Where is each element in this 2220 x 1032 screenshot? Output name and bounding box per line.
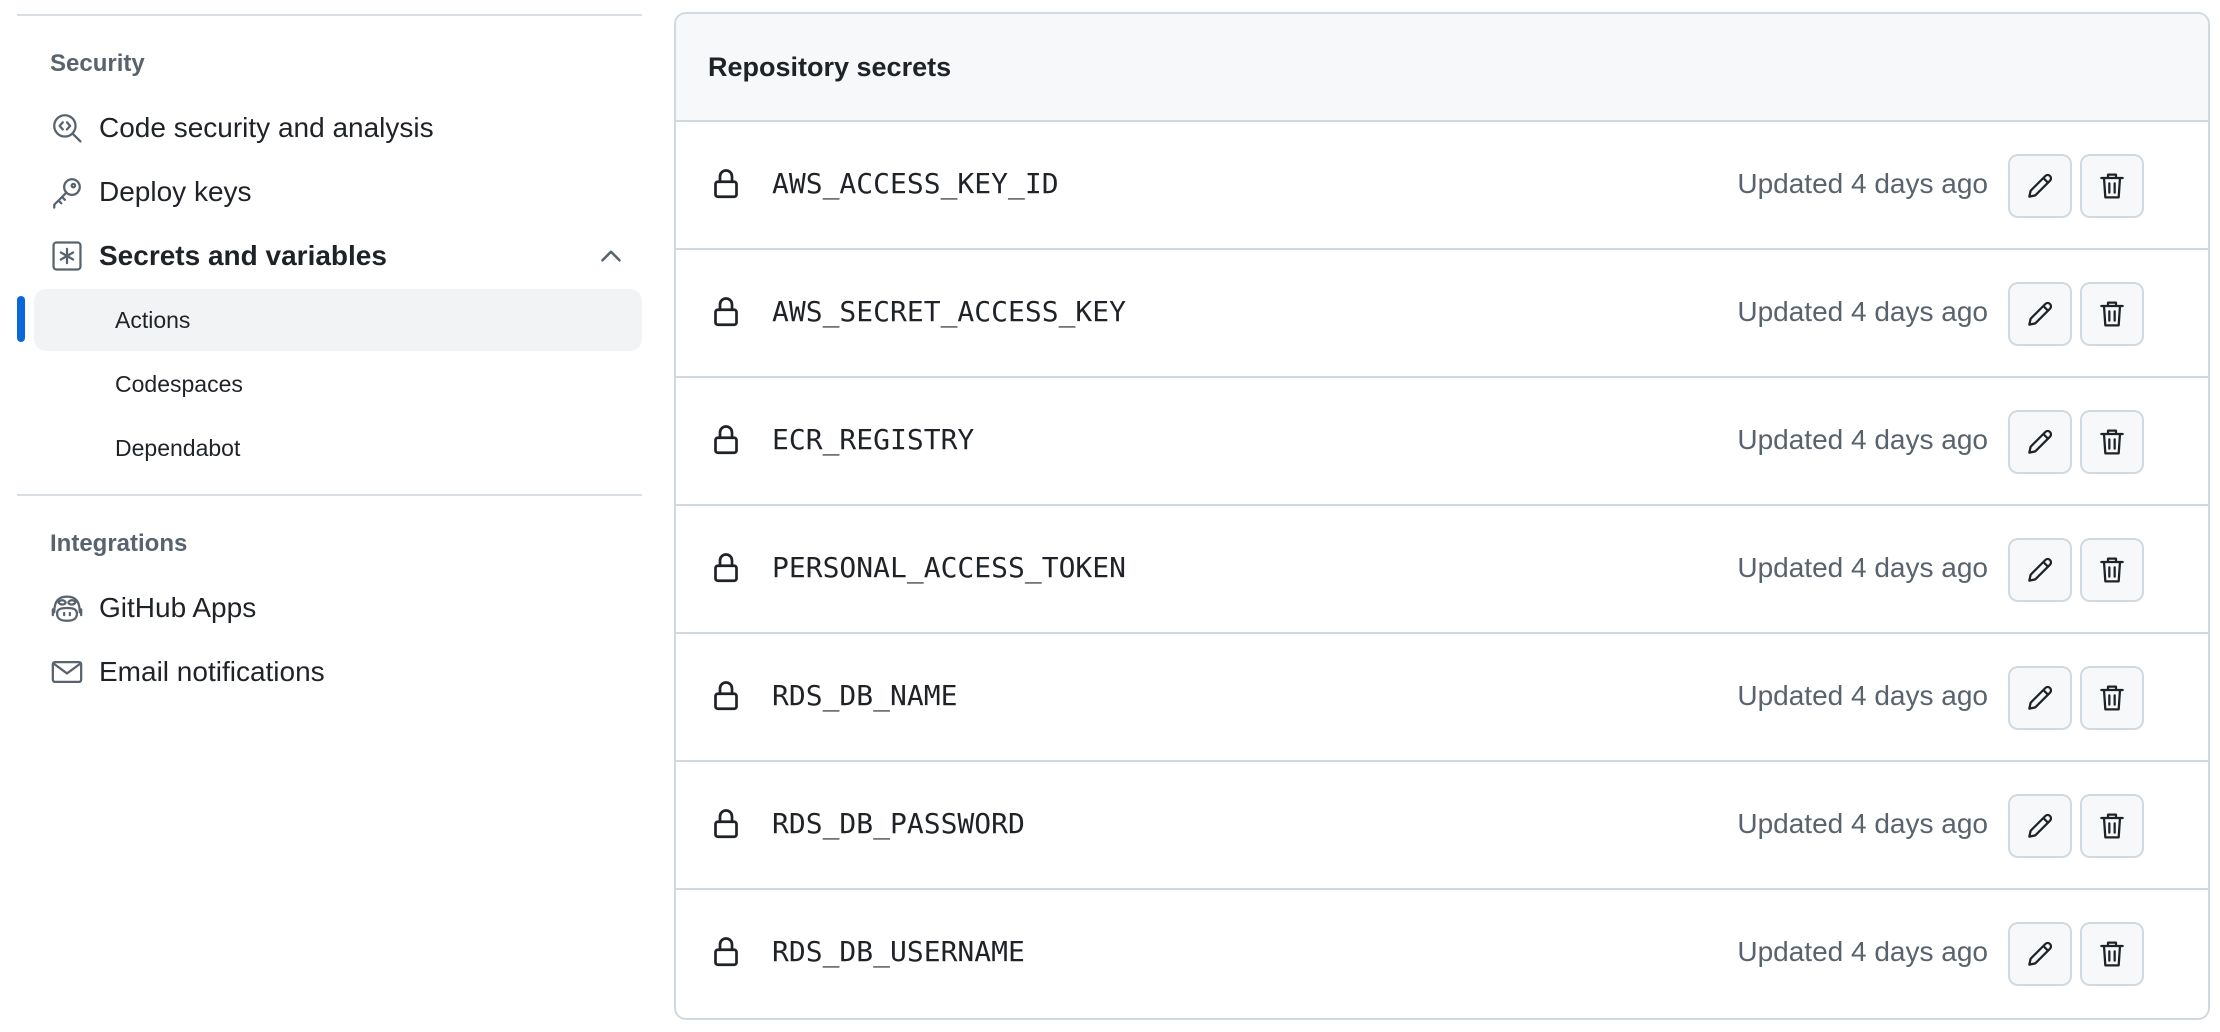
lock-icon [708,678,744,714]
sidebar-item-label: GitHub Apps [99,592,257,623]
pencil-icon [2028,429,2053,454]
repository-secrets-panel: Repository secrets AWS_ACCESS_KEY_ID Upd… [674,12,2210,1020]
secret-updated: Updated 4 days ago [1737,168,1988,199]
secret-name: RDS_DB_PASSWORD [772,807,1025,840]
pencil-icon [2028,941,2053,966]
sidebar-item-github-apps[interactable]: GitHub Apps [34,577,642,639]
secret-row: RDS_DB_USERNAME Updated 4 days ago [676,890,2208,1018]
settings-sidebar: Security Code security and analysis Depl… [17,0,642,1032]
secret-row: PERSONAL_ACCESS_TOKEN Updated 4 days ago [676,506,2208,634]
edit-secret-button[interactable] [2008,410,2072,474]
secret-row: AWS_ACCESS_KEY_ID Updated 4 days ago [676,122,2208,250]
sidebar-item-deploy-keys[interactable]: Deploy keys [34,161,642,223]
secret-name: AWS_ACCESS_KEY_ID [772,167,1059,200]
copilot-app-icon [49,590,85,626]
sidebar-item-email-notifications[interactable]: Email notifications [34,641,642,703]
lock-icon [708,294,744,330]
section-heading-integrations: Integrations [50,530,188,557]
delete-secret-button[interactable] [2080,410,2144,474]
secret-row: ECR_REGISTRY Updated 4 days ago [676,378,2208,506]
edit-secret-button[interactable] [2008,794,2072,858]
mail-icon [49,654,85,690]
pencil-icon [2028,173,2053,198]
delete-secret-button[interactable] [2080,666,2144,730]
edit-secret-button[interactable] [2008,538,2072,602]
secret-row: RDS_DB_PASSWORD Updated 4 days ago [676,762,2208,890]
pencil-icon [2028,301,2053,326]
pencil-icon [2028,813,2053,838]
secret-row: AWS_SECRET_ACCESS_KEY Updated 4 days ago [676,250,2208,378]
trash-icon [2100,429,2124,455]
secret-name: AWS_SECRET_ACCESS_KEY [772,295,1127,328]
secret-name: RDS_DB_NAME [772,679,958,712]
edit-secret-button[interactable] [2008,922,2072,986]
trash-icon [2100,301,2124,327]
secret-updated: Updated 4 days ago [1737,808,1988,839]
lock-icon [708,806,744,842]
secret-updated: Updated 4 days ago [1737,296,1988,327]
edit-secret-button[interactable] [2008,154,2072,218]
lock-icon [708,166,744,202]
secrets-list: AWS_ACCESS_KEY_ID Updated 4 days ago AWS… [676,122,2208,1018]
sidebar-divider [17,14,642,16]
sidebar-item-label: Secrets and variables [99,240,387,271]
secret-name: ECR_REGISTRY [772,423,975,456]
secret-updated: Updated 4 days ago [1737,552,1988,583]
trash-icon [2100,813,2124,839]
active-indicator [17,296,25,342]
delete-secret-button[interactable] [2080,922,2144,986]
sidebar-subitem-actions[interactable]: Actions [34,289,642,351]
secret-updated: Updated 4 days ago [1737,936,1988,967]
sidebar-subitem-label: Dependabot [115,434,241,461]
trash-icon [2100,685,2124,711]
delete-secret-button[interactable] [2080,794,2144,858]
asterisk-box-icon [49,238,85,274]
secret-updated: Updated 4 days ago [1737,680,1988,711]
trash-icon [2100,557,2124,583]
sidebar-item-label: Deploy keys [99,176,252,207]
sidebar-item-code-security[interactable]: Code security and analysis [34,97,642,159]
pencil-icon [2028,685,2053,710]
secret-name: RDS_DB_USERNAME [772,935,1025,968]
sidebar-subitem-dependabot[interactable]: Dependabot [34,417,642,479]
panel-header: Repository secrets [676,14,2208,122]
secret-row: RDS_DB_NAME Updated 4 days ago [676,634,2208,762]
sidebar-subitem-codespaces[interactable]: Codespaces [34,353,642,415]
sidebar-item-label: Code security and analysis [99,112,434,143]
edit-secret-button[interactable] [2008,282,2072,346]
section-heading-security: Security [50,50,145,77]
lock-icon [708,550,744,586]
delete-secret-button[interactable] [2080,154,2144,218]
edit-secret-button[interactable] [2008,666,2072,730]
sidebar-subitem-label: Codespaces [115,370,243,397]
secret-name: PERSONAL_ACCESS_TOKEN [772,551,1127,584]
pencil-icon [2028,557,2053,582]
chevron-up-icon[interactable] [594,239,628,273]
panel-title: Repository secrets [708,51,952,82]
trash-icon [2100,173,2124,199]
sidebar-item-label: Email notifications [99,656,325,687]
sidebar-item-secrets-variables[interactable]: Secrets and variables [34,225,642,287]
delete-secret-button[interactable] [2080,538,2144,602]
delete-secret-button[interactable] [2080,282,2144,346]
sidebar-subitem-label: Actions [115,306,191,333]
lock-icon [708,934,744,970]
sidebar-divider [17,494,642,496]
secret-updated: Updated 4 days ago [1737,424,1988,455]
key-icon [49,174,85,210]
lock-icon [708,422,744,458]
codescan-icon [49,110,85,146]
trash-icon [2100,941,2124,967]
settings-page: Security Code security and analysis Depl… [0,0,2220,1032]
